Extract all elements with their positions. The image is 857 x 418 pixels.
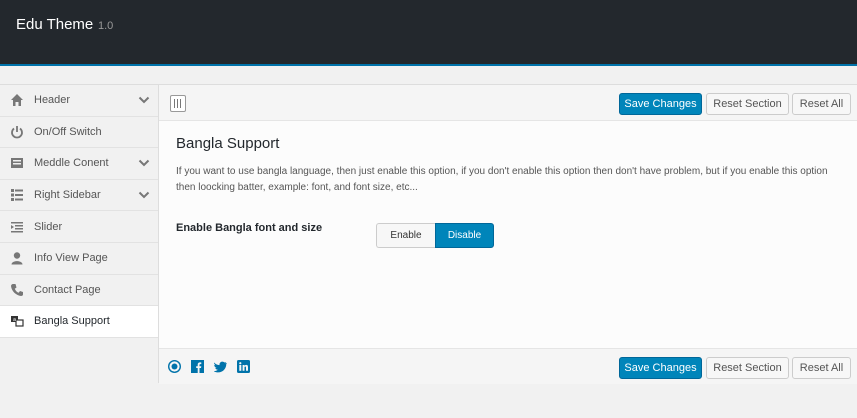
reset-section-button[interactable]: Reset Section xyxy=(706,93,789,115)
section-title: Bangla Support xyxy=(176,135,280,152)
field-label: Enable Bangla font and size xyxy=(176,222,323,234)
bottom-toolbar: Save Changes Reset Section Reset All xyxy=(159,348,857,384)
phone-icon xyxy=(9,282,25,298)
reset-section-button[interactable]: Reset Section xyxy=(706,357,789,379)
save-changes-button[interactable]: Save Changes xyxy=(619,93,702,115)
slider-icon xyxy=(9,219,25,235)
sidebar-item-right-sidebar[interactable]: Right Sidebar xyxy=(0,180,158,212)
facebook-icon[interactable] xyxy=(191,360,204,373)
bangla-toggle: Enable Disable xyxy=(376,223,494,248)
sidebar-item-on-off-switch[interactable]: On/Off Switch xyxy=(0,117,158,149)
expand-options-icon[interactable] xyxy=(170,95,186,112)
sidebar-item-bangla-support[interactable]: a Bangla Support xyxy=(0,306,158,338)
sidebar-item-label: Right Sidebar xyxy=(34,189,101,202)
sidebar-item-label: Bangla Support xyxy=(34,315,110,328)
sidebar-item-header[interactable]: Header xyxy=(0,85,158,117)
sidebar-item-slider[interactable]: Slider xyxy=(0,211,158,243)
home-icon xyxy=(9,92,25,108)
sidebar-item-contact-page[interactable]: Contact Page xyxy=(0,275,158,307)
wordpress-icon[interactable] xyxy=(168,360,181,373)
chevron-down-icon[interactable] xyxy=(138,95,150,105)
sidebar-item-label: Contact Page xyxy=(34,283,101,296)
twitter-icon[interactable] xyxy=(214,360,227,373)
sidebar-item-label: Meddle Conent xyxy=(34,157,109,170)
disable-button[interactable]: Disable xyxy=(435,223,494,248)
section-content: Bangla Support If you want to use bangla… xyxy=(176,135,846,196)
sidebar-item-label: Slider xyxy=(34,220,63,233)
theme-title: Edu Theme xyxy=(16,16,94,33)
svg-text:a: a xyxy=(13,317,16,323)
linkedin-icon[interactable] xyxy=(237,360,250,373)
sidebar-item-label: On/Off Switch xyxy=(34,125,102,138)
user-icon xyxy=(9,250,25,266)
save-changes-button[interactable]: Save Changes xyxy=(619,357,702,379)
top-toolbar: Save Changes Reset Section Reset All xyxy=(159,85,857,121)
power-icon xyxy=(9,124,25,140)
list-icon xyxy=(9,187,25,203)
chevron-down-icon[interactable] xyxy=(138,158,150,168)
reset-all-button[interactable]: Reset All xyxy=(792,357,851,379)
section-description: If you want to use bangla language, then… xyxy=(176,166,828,193)
options-panel: Save Changes Reset Section Reset All Ban… xyxy=(159,84,857,384)
options-sidebar: Header On/Off Switch Meddle Conent Right… xyxy=(0,84,159,383)
admin-header: Edu Theme 1.0 xyxy=(0,0,857,66)
theme-version: 1.0 xyxy=(98,20,114,32)
chevron-down-icon[interactable] xyxy=(138,190,150,200)
enable-button[interactable]: Enable xyxy=(376,223,435,248)
sidebar-item-label: Info View Page xyxy=(34,252,108,265)
translate-icon: a xyxy=(9,313,25,329)
content-icon xyxy=(9,155,25,171)
sidebar-item-info-view-page[interactable]: Info View Page xyxy=(0,243,158,275)
sidebar-item-label: Header xyxy=(34,94,71,107)
sidebar-item-meddle-conent[interactable]: Meddle Conent xyxy=(0,148,158,180)
reset-all-button[interactable]: Reset All xyxy=(792,93,851,115)
